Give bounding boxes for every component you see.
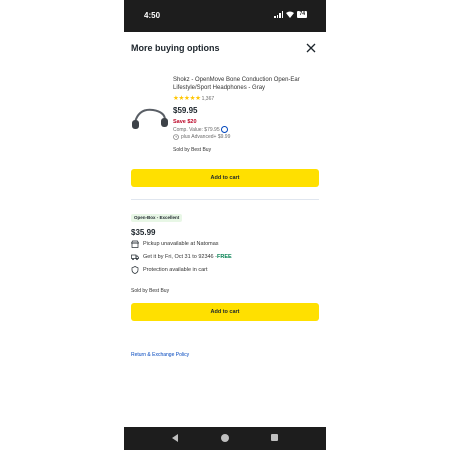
shipping-free-text: FREE <box>216 254 232 260</box>
product-rating: ★★★★★ 1,367 <box>173 95 321 102</box>
buying-options-sheet: More buying options Shokz - OpenMove Bon… <box>124 32 326 427</box>
protection-text: Protection available in cart <box>143 267 208 273</box>
battery-icon: 74 <box>297 11 307 18</box>
product-price: $59.95 <box>173 106 198 115</box>
phone-screen: 4:50 74 More buying options Shokz - Open… <box>124 0 326 450</box>
rating-count: 1,367 <box>201 95 215 102</box>
clock-icon <box>173 134 179 140</box>
add-to-cart-button[interactable]: Add to cart <box>131 169 319 187</box>
shipping-text: Get it by Fri, Oct 31 to 92346 - <box>143 254 217 260</box>
status-icons: 74 <box>274 11 307 18</box>
section-divider <box>131 199 319 200</box>
return-policy-link[interactable]: Return & Exchange Policy <box>131 352 189 358</box>
rating-stars-icon: ★★★★★ <box>173 95 201 102</box>
pickup-row: Pickup unavailable at Natomas <box>131 240 219 248</box>
product-image <box>132 108 168 129</box>
protection-plan-text: plus Advanced+ $9.99 <box>181 134 231 140</box>
product-name[interactable]: Shokz - OpenMove Bone Conduction Open-Ea… <box>173 76 321 92</box>
store-icon <box>131 240 139 248</box>
signal-icon <box>274 11 284 18</box>
wifi-icon <box>286 11 295 18</box>
protection-plan-line: plus Advanced+ $9.99 <box>173 134 321 140</box>
open-box-sold-by: Sold by Best Buy <box>131 288 170 294</box>
info-icon[interactable] <box>220 126 228 133</box>
status-bar: 4:50 74 <box>124 0 326 32</box>
sheet-title: More buying options <box>131 43 220 53</box>
android-nav-bar <box>124 427 326 450</box>
close-icon[interactable] <box>306 43 316 53</box>
back-icon[interactable] <box>172 434 178 442</box>
comp-value: Comp. Value: $79.95 <box>173 126 321 133</box>
sold-by-text: Sold by Best Buy <box>173 147 212 153</box>
product-info: Shokz - OpenMove Bone Conduction Open-Ea… <box>173 76 321 153</box>
recent-apps-icon[interactable] <box>271 434 278 441</box>
home-icon[interactable] <box>221 434 229 442</box>
shield-icon <box>131 266 139 274</box>
truck-icon <box>131 254 139 261</box>
protection-row: Protection available in cart <box>131 266 208 274</box>
open-box-add-to-cart-button[interactable]: Add to cart <box>131 303 319 321</box>
condition-badge: Open-Box - Excellent <box>131 214 183 222</box>
comp-value-text: Comp. Value: $79.95 <box>173 126 220 133</box>
status-time: 4:50 <box>144 11 161 20</box>
open-box-price: $35.99 <box>131 228 156 237</box>
shipping-row: Get it by Fri, Oct 31 to 92346 - FREE <box>131 253 232 261</box>
pickup-text: Pickup unavailable at Natomas <box>143 241 219 247</box>
savings-text: Save $20 <box>173 119 197 125</box>
